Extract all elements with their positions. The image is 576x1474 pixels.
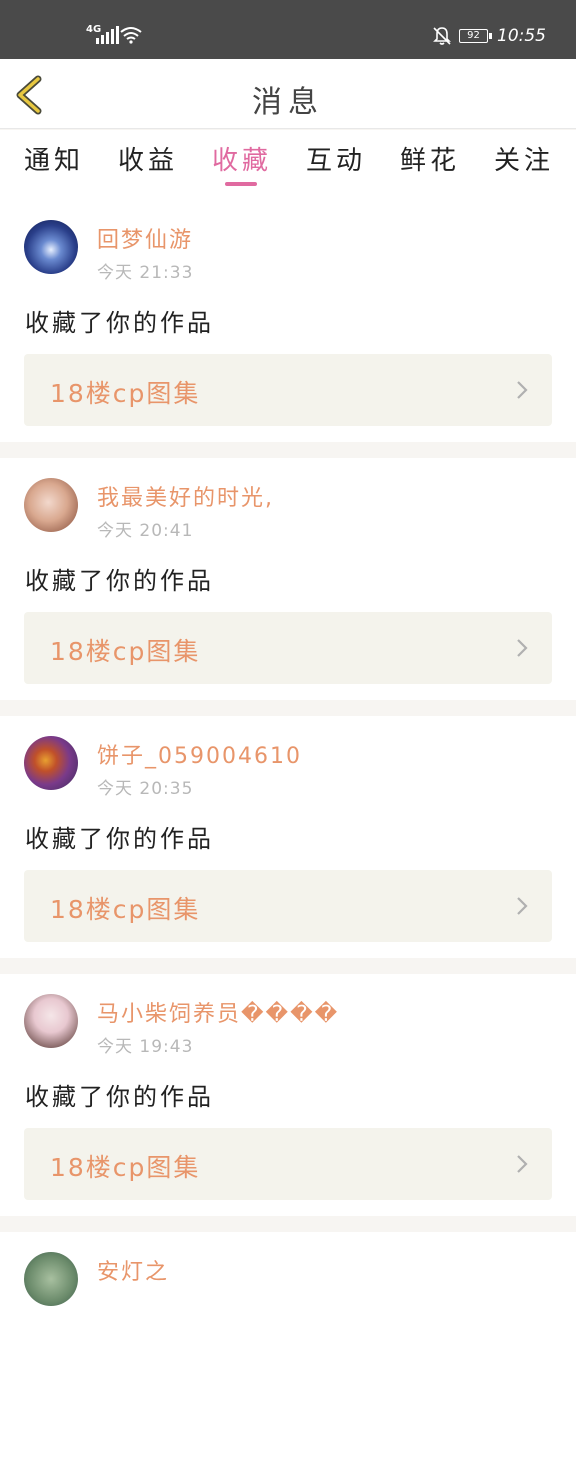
- signal-icon: [96, 26, 119, 44]
- active-tab-indicator: [225, 182, 257, 186]
- work-title: 18楼cp图集: [50, 1153, 201, 1182]
- action-text: 收藏了你的作品: [25, 825, 214, 853]
- timestamp: 今天 19:43: [97, 1037, 194, 1057]
- username[interactable]: 回梦仙游: [97, 222, 193, 254]
- action-text: 收藏了你的作品: [25, 1083, 214, 1111]
- tab-earnings[interactable]: 收益: [118, 140, 178, 177]
- work-link[interactable]: 18楼cp图集: [24, 354, 552, 426]
- notification-card[interactable]: 饼子_059004610 今天 20:35 收藏了你的作品 18楼cp图集: [0, 716, 576, 958]
- tab-notice[interactable]: 通知: [24, 140, 84, 177]
- timestamp: 今天 20:41: [97, 521, 194, 541]
- username[interactable]: 我最美好的时光,: [97, 480, 274, 512]
- notification-card[interactable]: 安灯之: [0, 1232, 576, 1474]
- avatar[interactable]: [24, 478, 78, 532]
- bell-off-icon: [433, 27, 451, 45]
- status-bar: 4G 92 10:55: [0, 0, 576, 59]
- tab-flowers[interactable]: 鲜花: [400, 140, 460, 177]
- tab-favorites[interactable]: 收藏: [212, 140, 272, 177]
- work-link[interactable]: 18楼cp图集: [24, 1128, 552, 1200]
- wifi-icon: [120, 27, 142, 44]
- chevron-right-icon: [517, 639, 528, 657]
- avatar[interactable]: [24, 736, 78, 790]
- timestamp: 今天 21:33: [97, 263, 194, 283]
- notification-card[interactable]: 马小柴饲养员���� 今天 19:43 收藏了你的作品 18楼cp图集: [0, 974, 576, 1216]
- notification-card[interactable]: 我最美好的时光, 今天 20:41 收藏了你的作品 18楼cp图集: [0, 458, 576, 700]
- username[interactable]: 饼子_059004610: [97, 738, 302, 770]
- avatar[interactable]: [24, 220, 78, 274]
- work-link[interactable]: 18楼cp图集: [24, 870, 552, 942]
- work-title: 18楼cp图集: [50, 379, 201, 408]
- action-text: 收藏了你的作品: [25, 309, 214, 337]
- notification-card[interactable]: 回梦仙游 今天 21:33 收藏了你的作品 18楼cp图集: [0, 200, 576, 442]
- timestamp: 今天 20:35: [97, 779, 194, 799]
- username[interactable]: 安灯之: [97, 1254, 169, 1286]
- username[interactable]: 马小柴饲养员����: [97, 996, 339, 1028]
- page-title: 消息: [252, 85, 324, 120]
- action-text: 收藏了你的作品: [25, 567, 214, 595]
- nav-bar: 消息: [0, 59, 576, 129]
- work-title: 18楼cp图集: [50, 637, 201, 666]
- work-title: 18楼cp图集: [50, 895, 201, 924]
- work-link[interactable]: 18楼cp图集: [24, 612, 552, 684]
- battery-indicator: 92: [459, 29, 492, 43]
- tab-bar: 通知 收益 收藏 互动 鲜花 关注: [0, 130, 576, 200]
- avatar[interactable]: [24, 1252, 78, 1306]
- clock: 10:55: [497, 26, 546, 46]
- tab-interaction[interactable]: 互动: [306, 140, 366, 177]
- chevron-right-icon: [517, 1155, 528, 1173]
- avatar[interactable]: [24, 994, 78, 1048]
- tab-follow[interactable]: 关注: [494, 140, 554, 177]
- chevron-right-icon: [517, 897, 528, 915]
- chevron-right-icon: [517, 381, 528, 399]
